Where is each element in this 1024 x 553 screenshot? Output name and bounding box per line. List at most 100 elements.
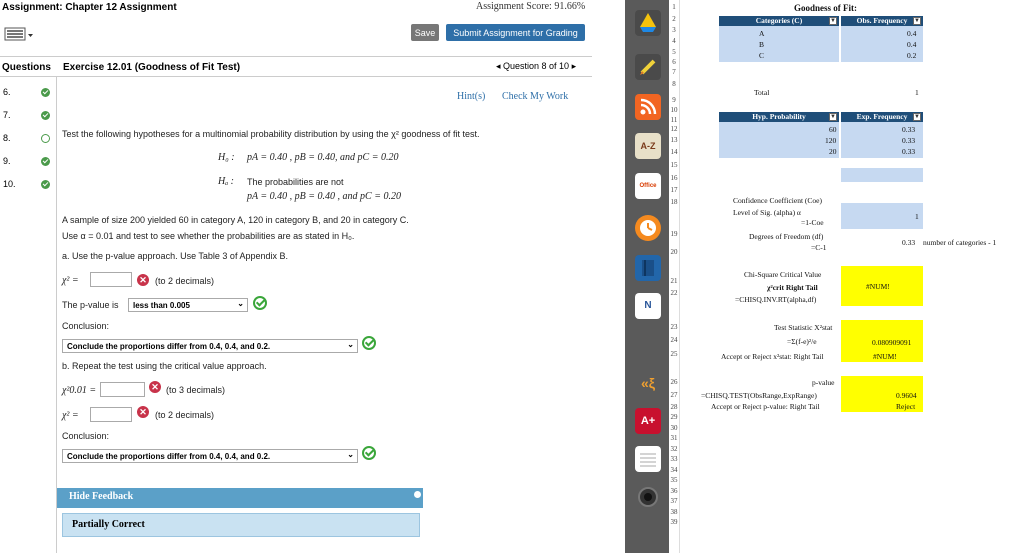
chi-critical-input[interactable] (100, 382, 145, 397)
row-number[interactable]: 21 (669, 277, 679, 285)
obs-c[interactable]: 0.2 (907, 51, 916, 60)
row-number[interactable]: 17 (669, 186, 679, 194)
filter-dropdown[interactable]: ▼ (829, 17, 837, 25)
row-number[interactable]: 30 (669, 424, 679, 432)
row-number[interactable]: 38 (669, 508, 679, 516)
conclusion-a-select[interactable]: Conclude the proportions differ from 0.4… (62, 339, 358, 353)
question-item-10[interactable]: 10. (3, 179, 16, 189)
filter-dropdown[interactable]: ▼ (829, 113, 837, 121)
acrobat-icon[interactable]: A+ (635, 408, 661, 434)
obs-b[interactable]: 0.4 (907, 40, 916, 49)
filter-dropdown[interactable]: ▼ (913, 17, 921, 25)
sig-value[interactable]: 1 (915, 212, 919, 221)
row-number[interactable]: 8 (669, 80, 679, 88)
row-number[interactable]: 32 (669, 445, 679, 453)
question-item-6[interactable]: 6. (3, 87, 11, 97)
row-number[interactable]: 13 (669, 136, 679, 144)
az-dictionary-icon[interactable]: A-Z (635, 133, 661, 159)
row-number[interactable]: 1 (669, 3, 679, 11)
row-number[interactable]: 29 (669, 413, 679, 421)
rss-icon[interactable] (635, 94, 661, 120)
row-number[interactable]: 33 (669, 455, 679, 463)
hide-feedback-toggle[interactable]: Hide Feedback (57, 488, 423, 508)
total-value[interactable]: 1 (915, 88, 919, 97)
chi-square-input[interactable] (90, 272, 132, 287)
book-icon[interactable] (635, 255, 661, 281)
row-number[interactable]: 25 (669, 350, 679, 358)
exp-b[interactable]: 0.33 (902, 136, 915, 145)
row-number[interactable]: 23 (669, 323, 679, 331)
question-item-7[interactable]: 7. (3, 110, 11, 120)
row-number[interactable]: 34 (669, 466, 679, 474)
pencil-icon[interactable] (414, 491, 421, 498)
row-number[interactable]: 36 (669, 487, 679, 495)
row-number[interactable]: 22 (669, 289, 679, 297)
sig-cell[interactable] (841, 203, 923, 229)
row-number[interactable]: 27 (669, 391, 679, 399)
camera-icon[interactable] (635, 484, 661, 510)
notes-icon[interactable] (635, 446, 661, 472)
voice-icon[interactable]: «ξ (635, 370, 661, 396)
clock-icon[interactable] (635, 215, 661, 241)
row-number[interactable]: 16 (669, 174, 679, 182)
category-a[interactable]: A (759, 29, 764, 38)
chi-crit-value[interactable]: #NUM! (866, 282, 890, 291)
accept-p-value[interactable]: Reject (896, 402, 915, 411)
row-number[interactable]: 20 (669, 248, 679, 256)
category-b[interactable]: B (759, 40, 764, 49)
row-number[interactable]: 26 (669, 378, 679, 386)
question-item-8[interactable]: 8. (3, 133, 11, 143)
chi-square-hint: (to 2 decimals) (155, 276, 215, 286)
onenote-icon[interactable]: N (635, 293, 661, 319)
submit-assignment-button[interactable]: Submit Assignment for Grading (446, 24, 585, 41)
obs-a[interactable]: 0.4 (907, 29, 916, 38)
row-number[interactable]: 15 (669, 161, 679, 169)
intro-text: Test the following hypotheses for a mult… (62, 129, 480, 139)
questions-header: Questions (2, 62, 51, 73)
row-number[interactable]: 19 (669, 230, 679, 238)
accept-value[interactable]: #NUM! (873, 352, 897, 361)
save-button[interactable]: Save (411, 24, 439, 41)
pen-icon[interactable] (635, 54, 661, 80)
row-number[interactable]: 7 (669, 68, 679, 76)
row-number[interactable]: 39 (669, 518, 679, 526)
row-number[interactable]: 11 (669, 116, 679, 124)
hyp-b[interactable]: 120 (825, 136, 836, 145)
hyp-c[interactable]: 20 (829, 147, 837, 156)
test-stat-value[interactable]: 0.080909091 (872, 338, 911, 347)
chi-square-b-input[interactable] (90, 407, 132, 422)
row-number[interactable]: 4 (669, 37, 679, 45)
conf-cell[interactable] (841, 168, 923, 182)
row-number[interactable]: 3 (669, 26, 679, 34)
exp-a[interactable]: 0.33 (902, 125, 915, 134)
row-number[interactable]: 5 (669, 48, 679, 56)
row-number[interactable]: 18 (669, 198, 679, 206)
filter-dropdown[interactable]: ▼ (913, 113, 921, 121)
conclusion-b-select[interactable]: Conclude the proportions differ from 0.4… (62, 449, 358, 463)
row-number[interactable]: 28 (669, 403, 679, 411)
row-number[interactable]: 2 (669, 15, 679, 23)
question-item-9[interactable]: 9. (3, 156, 11, 166)
google-drive-icon[interactable] (635, 10, 661, 36)
question-navigator[interactable]: ◂ Question 8 of 10 ▸ (496, 61, 576, 72)
row-number[interactable]: 24 (669, 336, 679, 344)
p-value-sheet-value[interactable]: 0.9604 (896, 391, 917, 400)
check-my-work-link[interactable]: Check My Work (502, 91, 568, 102)
hint-link[interactable]: Hint(s) (457, 91, 485, 102)
hyp-a[interactable]: 60 (829, 125, 837, 134)
row-number[interactable]: 6 (669, 58, 679, 66)
row-number[interactable]: 10 (669, 106, 679, 114)
df-value[interactable]: 0.33 (902, 238, 915, 247)
row-number[interactable]: 12 (669, 125, 679, 133)
keyboard-icon[interactable] (4, 26, 34, 44)
row-number[interactable]: 35 (669, 476, 679, 484)
category-c[interactable]: C (759, 51, 764, 60)
p-value-select[interactable]: less than 0.005 ⌄ (128, 298, 248, 312)
chevron-down-icon: ⌄ (347, 340, 354, 349)
row-number[interactable]: 14 (669, 148, 679, 156)
row-number[interactable]: 37 (669, 497, 679, 505)
row-number[interactable]: 9 (669, 96, 679, 104)
exp-c[interactable]: 0.33 (902, 147, 915, 156)
office-icon[interactable]: Office (635, 173, 661, 199)
row-number[interactable]: 31 (669, 434, 679, 442)
